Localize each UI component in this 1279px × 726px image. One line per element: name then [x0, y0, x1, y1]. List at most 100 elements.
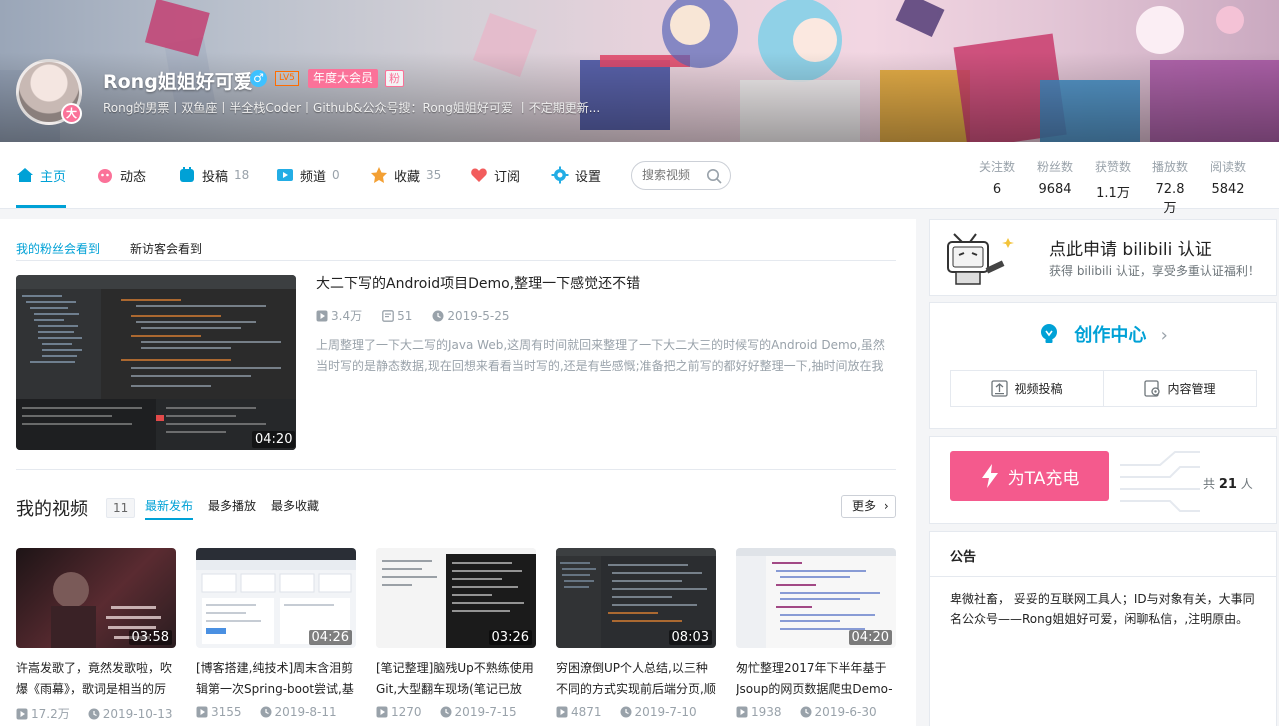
tab-home[interactable]: 主页: [16, 142, 66, 208]
video-date: 2019-7-15: [440, 705, 517, 719]
tab-channel-label: 频道: [300, 169, 327, 185]
my-videos-title: 我的视频: [16, 499, 88, 520]
video-thumbnail[interactable]: 03:58: [16, 548, 176, 648]
video-title[interactable]: 许嵩发歌了，竟然发歌啦，吹爆《雨幕》，歌词是相当的厉: [16, 658, 176, 700]
danmaku-icon: [382, 309, 394, 322]
featured-danmaku-value: 51: [397, 308, 413, 323]
gear-icon: [551, 166, 569, 184]
video-plays: 3155: [196, 705, 242, 719]
charge-button-label: 为TA充电: [1007, 468, 1080, 489]
video-title[interactable]: [笔记整理]脑残Up不熟练使用Git,大型翻车现场(笔记已放: [376, 658, 536, 700]
upload-video-label: 视频投稿: [1014, 382, 1063, 396]
video-plays-value: 17.2万: [31, 707, 70, 721]
lightning-icon: [981, 464, 998, 488]
tab-favorites-label: 收藏: [394, 169, 421, 185]
video-title[interactable]: [博客搭建,纯技术]周末含泪剪辑第一次Spring-boot尝试,基: [196, 658, 356, 700]
video-thumbnail[interactable]: 04:20: [736, 548, 896, 648]
clock-icon: [800, 706, 812, 718]
video-plays: 17.2万: [16, 705, 70, 722]
video-card[interactable]: 04:26 [博客搭建,纯技术]周末含泪剪辑第一次Spring-boot尝试,基…: [196, 548, 356, 719]
featured-video-thumbnail[interactable]: [16, 275, 296, 450]
more-button-label: 更多: [852, 499, 877, 513]
video-date-value: 2019-7-15: [454, 705, 517, 719]
play-icon: [556, 706, 568, 718]
stat-plays-label: 播放数: [1151, 160, 1188, 174]
video-card[interactable]: 04:20 匆忙整理2017年下半年基于Jsoup的网页数据爬虫Demo- 19…: [736, 548, 896, 719]
tab-home-label: 主页: [40, 169, 67, 185]
tab-channel[interactable]: 频道 0: [276, 142, 340, 208]
tab-subscriptions[interactable]: 订阅: [470, 142, 520, 208]
content-manage-button[interactable]: 内容管理: [1103, 371, 1256, 406]
video-title[interactable]: 穷困潦倒UP个人总结,以三种不同的方式实现前后端分页,顺: [556, 658, 716, 700]
tab-uploads-label: 投稿: [202, 169, 229, 185]
creator-actions: 视频投稿 内容管理: [950, 370, 1257, 407]
stat-likes-value: 1.1万: [1096, 186, 1130, 201]
video-card[interactable]: 03:26 [笔记整理]脑残Up不熟练使用Git,大型翻车现场(笔记已放 127…: [376, 548, 536, 719]
creator-center-title: 创作中心: [1074, 325, 1147, 346]
video-duration: 08:03: [668, 630, 712, 645]
channel-count: 0: [332, 168, 340, 182]
stat-likes-label: 获赞数: [1094, 160, 1131, 174]
stat-plays: 播放数 72.8万: [1150, 158, 1190, 216]
video-thumbnail[interactable]: 04:26: [196, 548, 356, 648]
search-icon[interactable]: [706, 168, 722, 184]
tab-most-favorited[interactable]: 最多收藏: [271, 497, 319, 518]
video-title[interactable]: 匆忙整理2017年下半年基于Jsoup的网页数据爬虫Demo-: [736, 658, 896, 700]
play-icon: [316, 310, 328, 321]
stat-following-label: 关注数: [978, 160, 1015, 174]
favorites-icon: [371, 167, 387, 183]
featured-video-title[interactable]: 大二下写的Android项目Demo,整理一下感觉还不错: [316, 273, 640, 293]
heart-icon: [471, 168, 487, 182]
video-meta: 17.2万 2019-10-13: [16, 705, 176, 722]
creator-center-link[interactable]: 创作中心 ›: [930, 321, 1276, 347]
channel-icon: [277, 169, 293, 181]
featured-danmaku: 51: [382, 307, 412, 324]
more-button[interactable]: 更多 ›: [841, 495, 896, 518]
video-duration: 04:26: [308, 630, 352, 645]
notice-title: 公告: [950, 550, 977, 565]
stat-fans[interactable]: 粉丝数 9684: [1036, 158, 1074, 197]
video-search-input[interactable]: [642, 168, 706, 182]
fan-badge[interactable]: 粉: [385, 70, 404, 87]
video-card[interactable]: 08:03 穷困潦倒UP个人总结,以三种不同的方式实现前后端分页,顺 4871 …: [556, 548, 716, 719]
video-search-box: [631, 161, 731, 190]
stat-reads-label: 阅读数: [1209, 160, 1246, 174]
charge-button[interactable]: 为TA充电: [950, 451, 1109, 501]
upload-video-button[interactable]: 视频投稿: [951, 371, 1103, 406]
video-card[interactable]: 03:58 许嵩发歌了，竟然发歌啦，吹爆《雨幕》，歌词是相当的厉 17.2万 2…: [16, 548, 176, 722]
tab-dynamic-label: 动态: [120, 169, 147, 185]
upload-icon: [991, 380, 1009, 397]
divider: [16, 260, 896, 261]
stat-fans-value: 9684: [1038, 182, 1072, 197]
video-meta: 1270 2019-7-15: [376, 705, 536, 719]
video-meta: 4871 2019-7-10: [556, 705, 716, 719]
tab-settings-label: 设置: [575, 169, 602, 185]
certification-subtitle: 获得 bilibili 认证，享受多重认证福利！: [1049, 264, 1260, 278]
charge-card: 为TA充电 共 21 人: [929, 436, 1277, 524]
divider: [930, 576, 1276, 577]
tab-favorites[interactable]: 收藏 35: [370, 142, 441, 208]
tab-most-played[interactable]: 最多播放: [208, 497, 256, 518]
stat-reads: 阅读数 5842: [1208, 158, 1248, 197]
tab-latest[interactable]: 最新发布: [145, 497, 194, 520]
certification-card[interactable]: 点此申请 bilibili 认证 获得 bilibili 认证，享受多重认证福利…: [929, 219, 1277, 296]
tab-dynamic[interactable]: 动态: [96, 142, 146, 208]
bilibili-tv-mascot-icon: [947, 233, 1014, 285]
video-plays: 4871: [556, 705, 602, 719]
vip-badge[interactable]: 年度大会员: [308, 69, 379, 88]
clock-icon: [440, 706, 452, 718]
stat-following[interactable]: 关注数 6: [978, 158, 1016, 197]
tab-visitors-see[interactable]: 新访客会看到: [130, 240, 202, 260]
tab-settings[interactable]: 设置: [551, 142, 601, 208]
video-plays-value: 1270: [391, 705, 422, 719]
video-thumbnail[interactable]: 08:03: [556, 548, 716, 648]
user-signature[interactable]: Rong的男票丨双鱼座丨半全栈Coder丨Github&公众号搜：Rong姐姐好…: [103, 99, 600, 116]
video-meta: 3155 2019-8-11: [196, 705, 356, 719]
video-plays: 1938: [736, 705, 782, 719]
tab-fans-see[interactable]: 我的粉丝会看到: [16, 240, 101, 261]
clock-icon: [260, 706, 272, 718]
certification-title: 点此申请 bilibili 认证: [1049, 240, 1212, 260]
charge-count: 共 21 人: [1203, 475, 1253, 492]
tab-uploads[interactable]: 投稿 18: [178, 142, 249, 208]
video-thumbnail[interactable]: 03:26: [376, 548, 536, 648]
